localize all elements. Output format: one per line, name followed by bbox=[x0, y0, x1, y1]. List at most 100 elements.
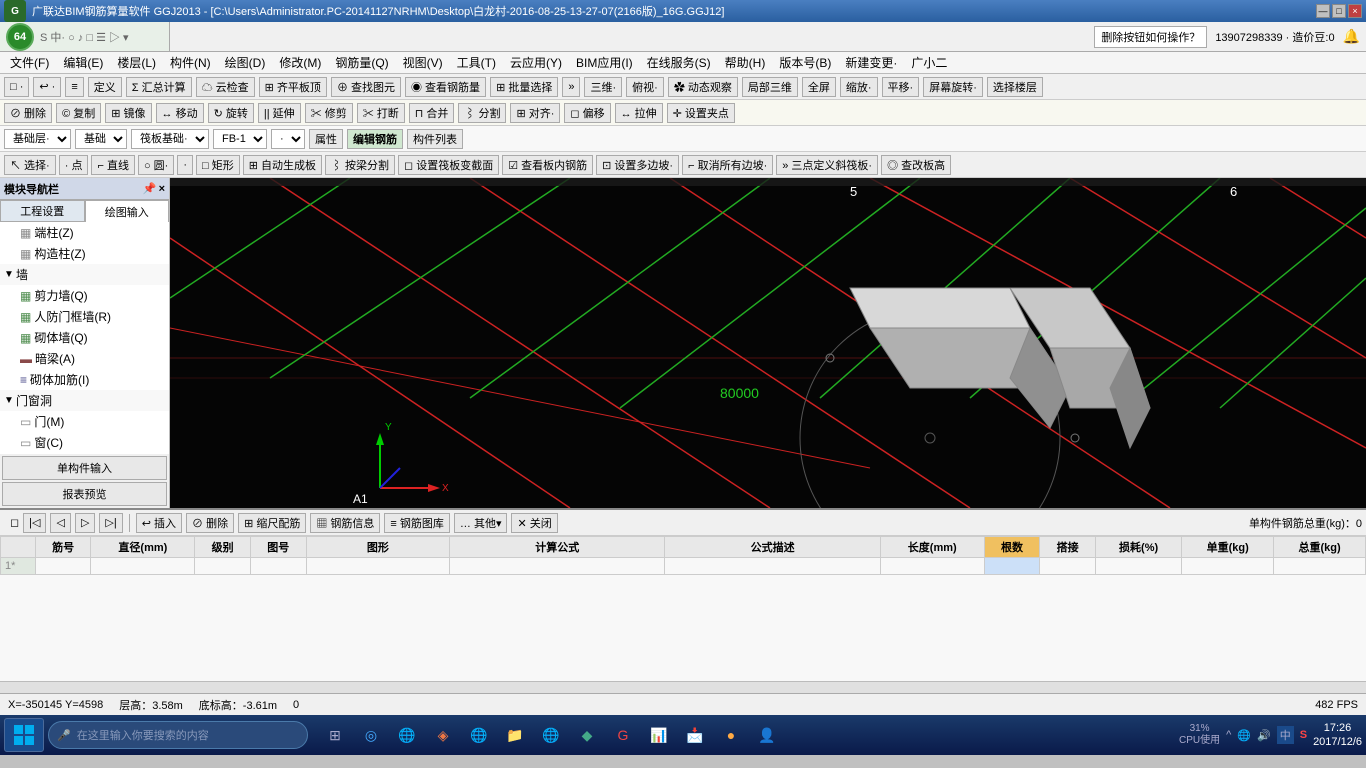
menu-item-L[interactable]: 楼层(L) bbox=[111, 52, 162, 73]
toolbar1-btn[interactable]: 三维· bbox=[584, 77, 622, 97]
menu-item-S[interactable]: 在线服务(S) bbox=[641, 52, 717, 73]
nav-item-qijin[interactable]: ≡砌体加筋(I) bbox=[0, 369, 169, 390]
taskbar-mail[interactable]: 📩 bbox=[680, 720, 710, 750]
toolbar2-btn[interactable]: ◎ 查改板高 bbox=[881, 155, 951, 175]
taskbar-people[interactable]: 👤 bbox=[752, 720, 782, 750]
td-shape[interactable] bbox=[306, 558, 450, 575]
edit-btn[interactable]: ✂ 修剪 bbox=[305, 103, 353, 123]
breadcrumb-select[interactable]: · bbox=[271, 129, 305, 149]
edit-btn[interactable]: ↻ 旋转 bbox=[208, 103, 254, 123]
toolbar2-btn[interactable]: ⌇ 按梁分割 bbox=[325, 155, 395, 175]
toolbar1-btn[interactable]: ↩ · bbox=[33, 77, 61, 97]
menu-item-T[interactable]: 工具(T) bbox=[451, 52, 502, 73]
snap-next-btn[interactable]: ▷ bbox=[75, 513, 95, 533]
toolbar2-btn[interactable]: □ 矩形 bbox=[196, 155, 240, 175]
td-desc[interactable] bbox=[665, 558, 880, 575]
edit-btn[interactable]: ↔ 拉伸 bbox=[615, 103, 663, 123]
property-button[interactable]: 属性 bbox=[309, 129, 343, 149]
table-row[interactable]: 1* bbox=[1, 558, 1366, 575]
menu-item-Y[interactable]: 云应用(Y) bbox=[504, 52, 568, 73]
edit-btn[interactable]: ⊞ 镜像 bbox=[105, 103, 151, 123]
edit-btn[interactable]: ◻ 偏移 bbox=[564, 103, 610, 123]
panel-close-icon[interactable]: × bbox=[159, 183, 165, 195]
snap-prev-start-btn[interactable]: |◁ bbox=[23, 513, 46, 533]
nav-item-door[interactable]: ▭门(M) bbox=[0, 411, 169, 432]
nav-item-jianliwall[interactable]: ▦剪力墙(Q) bbox=[0, 285, 169, 306]
edit-btn[interactable]: ⊓ 合并 bbox=[409, 103, 455, 123]
nav-item-anliang[interactable]: ▬暗梁(A) bbox=[0, 348, 169, 369]
tray-up-arrow[interactable]: ^ bbox=[1226, 729, 1231, 741]
search-box[interactable]: 🎤 在这里输入你要搜索的内容 bbox=[48, 721, 308, 749]
td-loss[interactable] bbox=[1095, 558, 1181, 575]
td-formula[interactable] bbox=[450, 558, 665, 575]
report-preview-button[interactable]: 报表预览 bbox=[2, 482, 167, 506]
taskbar-ie2[interactable]: 🌐 bbox=[464, 720, 494, 750]
td-length[interactable] bbox=[880, 558, 984, 575]
menu-item-BIMI[interactable]: BIM应用(I) bbox=[570, 52, 639, 73]
breadcrumb-select[interactable]: 基础层· bbox=[4, 129, 71, 149]
toolbar1-btn[interactable]: 屏幕旋转· bbox=[923, 77, 983, 97]
wall-section-header[interactable]: ▼ 墙 bbox=[0, 264, 169, 285]
taskbar-firefox[interactable]: ◈ bbox=[428, 720, 458, 750]
edit-btn[interactable]: ⊘ 删除 bbox=[4, 103, 52, 123]
toolbar1-btn[interactable]: ⊞ 批量选择 bbox=[490, 77, 558, 97]
menu-item-D[interactable]: 绘图(D) bbox=[219, 52, 272, 73]
td-totalwt[interactable] bbox=[1274, 558, 1366, 575]
toolbar1-btn[interactable]: ⊕ 查找图元 bbox=[331, 77, 401, 97]
viewport[interactable]: 80000 5 6 A1 Y X bbox=[170, 178, 1366, 508]
td-count[interactable] bbox=[984, 558, 1040, 575]
taskbar-ie3[interactable]: 🌐 bbox=[536, 720, 566, 750]
edit-btn[interactable]: || 延伸 bbox=[258, 103, 301, 123]
toolbar1-btn[interactable]: 选择楼层 bbox=[987, 77, 1043, 97]
toolbar2-btn[interactable]: ↖ 选择· bbox=[4, 155, 56, 175]
close-rebar-btn[interactable]: ✕ 关闭 bbox=[511, 513, 557, 533]
toolbar1-btn[interactable]: ≡ bbox=[65, 77, 83, 97]
menu-item-[interactable]: 新建变更· bbox=[839, 52, 903, 73]
toolbar2-btn[interactable]: » 三点定义斜筏板· bbox=[776, 155, 878, 175]
tray-sogou[interactable]: S bbox=[1300, 729, 1307, 741]
edit-btn[interactable]: ⌇ 分割 bbox=[458, 103, 506, 123]
toolbar1-btn[interactable]: 定义 bbox=[88, 77, 122, 97]
menu-item-B[interactable]: 版本号(B) bbox=[773, 52, 837, 73]
breadcrumb-select[interactable]: FB-1 bbox=[213, 129, 267, 149]
toolbar1-btn[interactable]: ◉ 查看钢筋量 bbox=[405, 77, 486, 97]
toolbar1-btn[interactable]: 平移· bbox=[882, 77, 920, 97]
single-component-input-button[interactable]: 单构件输入 bbox=[2, 456, 167, 480]
edit-btn[interactable]: ✛ 设置夹点 bbox=[667, 103, 735, 123]
nav-item-qiwall[interactable]: ▦砌体墙(Q) bbox=[0, 327, 169, 348]
taskbar-chart[interactable]: 📊 bbox=[644, 720, 674, 750]
menu-item-[interactable]: 广小二 bbox=[905, 52, 953, 73]
edit-btn[interactable]: ⊞ 对齐· bbox=[510, 103, 560, 123]
menu-item-E[interactable]: 编辑(E) bbox=[57, 52, 109, 73]
menu-item-N[interactable]: 构件(N) bbox=[164, 52, 217, 73]
menu-item-Q[interactable]: 钢筋量(Q) bbox=[329, 52, 394, 73]
insert-btn[interactable]: ↩ 插入 bbox=[136, 513, 182, 533]
toolbar2-btn[interactable]: · bbox=[177, 155, 193, 175]
taskbar-g[interactable]: G bbox=[608, 720, 638, 750]
toolbar1-btn[interactable]: 局部三维 bbox=[742, 77, 798, 97]
rebar-library-btn[interactable]: ≡ 钢筋图库 bbox=[384, 513, 449, 533]
td-level[interactable] bbox=[195, 558, 251, 575]
toolbar2-btn[interactable]: ⌐ 取消所有边坡· bbox=[682, 155, 773, 175]
toolbar1-btn[interactable]: Σ 汇总计算 bbox=[126, 77, 192, 97]
edit-btn[interactable]: ↔ 移动 bbox=[156, 103, 204, 123]
close-button[interactable]: × bbox=[1348, 4, 1362, 18]
taskbar-orange[interactable]: ● bbox=[716, 720, 746, 750]
window-controls[interactable]: — □ × bbox=[1316, 4, 1362, 18]
breadcrumb-select[interactable]: 筏板基础· bbox=[131, 129, 209, 149]
maximize-button[interactable]: □ bbox=[1332, 4, 1346, 18]
menu-item-M[interactable]: 修改(M) bbox=[273, 52, 327, 73]
toolbar1-btn[interactable]: □ · bbox=[4, 77, 29, 97]
tray-ime[interactable]: 中 bbox=[1277, 726, 1294, 744]
scale-rebar-btn[interactable]: ⊞ 缩尺配筋 bbox=[238, 513, 306, 533]
toolbar1-btn[interactable]: ☁ 云检查 bbox=[196, 77, 255, 97]
edit-btn[interactable]: © 复制 bbox=[56, 103, 101, 123]
horizontal-scrollbar[interactable] bbox=[0, 681, 1366, 693]
toolbar2-btn[interactable]: · 点 bbox=[59, 155, 89, 175]
edit-btn[interactable]: ✂ 打断 bbox=[357, 103, 405, 123]
toolbar1-btn[interactable]: ⊞ 齐平板顶 bbox=[259, 77, 327, 97]
door-section-header[interactable]: ▼ 门窗洞 bbox=[0, 390, 169, 411]
toolbar2-btn[interactable]: ⌐ 直线 bbox=[91, 155, 134, 175]
snap-next-end-btn[interactable]: ▷| bbox=[99, 513, 122, 533]
toolbar1-btn[interactable]: ✿ 动态观察 bbox=[668, 77, 738, 97]
